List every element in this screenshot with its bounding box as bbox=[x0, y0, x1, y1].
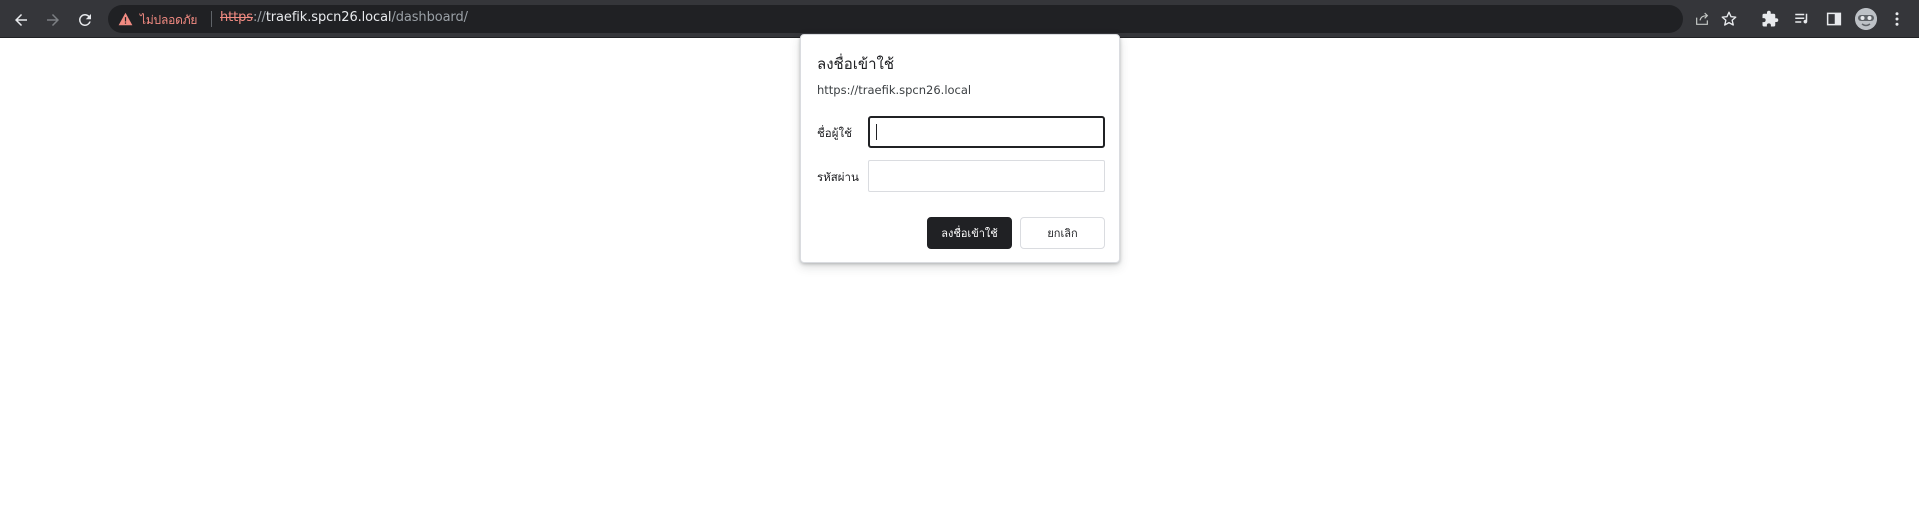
bookmark-button[interactable] bbox=[1719, 9, 1739, 29]
reload-button[interactable] bbox=[72, 7, 98, 33]
sign-in-dialog: ลงชื่อเข้าใช้ https://traefik.spcn26.loc… bbox=[800, 34, 1120, 263]
omnibox-divider bbox=[211, 11, 212, 27]
sign-in-button[interactable]: ลงชื่อเข้าใช้ bbox=[927, 217, 1012, 249]
reading-list-button[interactable] bbox=[1792, 9, 1812, 29]
security-status[interactable]: ไม่ปลอดภัย bbox=[140, 11, 197, 30]
url-host: traefik.spcn26.local bbox=[265, 10, 392, 25]
reading-list-icon bbox=[1795, 13, 1808, 24]
menu-button[interactable] bbox=[1887, 9, 1907, 29]
side-panel-button[interactable] bbox=[1824, 9, 1844, 29]
username-field[interactable] bbox=[868, 116, 1105, 148]
share-icon bbox=[1696, 12, 1709, 25]
forward-button[interactable] bbox=[40, 7, 66, 33]
warning-triangle-icon bbox=[118, 12, 133, 26]
back-arrow-icon bbox=[15, 14, 27, 26]
text-caret bbox=[876, 124, 877, 140]
puzzle-icon bbox=[1762, 10, 1779, 27]
share-button[interactable] bbox=[1693, 10, 1711, 28]
url-text[interactable]: https://traefik.spcn26.local/dashboard/ bbox=[220, 10, 468, 25]
kebab-menu-icon bbox=[1895, 12, 1899, 26]
url-path: /dashboard/ bbox=[391, 10, 468, 25]
address-bar[interactable]: ไม่ปลอดภัย https://traefik.spcn26.local/… bbox=[108, 5, 1709, 33]
cancel-button[interactable]: ยกเลิก bbox=[1020, 217, 1105, 249]
browser-toolbar: ไม่ปลอดภัย https://traefik.spcn26.local/… bbox=[0, 0, 1919, 38]
password-field[interactable] bbox=[868, 160, 1105, 192]
avatar[interactable] bbox=[1855, 8, 1877, 30]
back-button[interactable] bbox=[8, 7, 34, 33]
reload-icon bbox=[78, 13, 91, 26]
forward-arrow-icon bbox=[47, 14, 59, 26]
profile-avatar-icon bbox=[1855, 8, 1877, 30]
star-icon bbox=[1721, 11, 1737, 26]
extensions-button[interactable] bbox=[1760, 9, 1780, 29]
username-label: ชื่อผู้ใช้ bbox=[817, 126, 852, 140]
password-label: รหัสผ่าน bbox=[817, 170, 859, 184]
url-scheme: https bbox=[220, 10, 253, 25]
url-separator: :// bbox=[252, 10, 266, 25]
side-panel-icon bbox=[1826, 12, 1842, 26]
dialog-title: ลงชื่อเข้าใช้ bbox=[817, 55, 895, 73]
dialog-origin: https://traefik.spcn26.local bbox=[817, 83, 972, 97]
